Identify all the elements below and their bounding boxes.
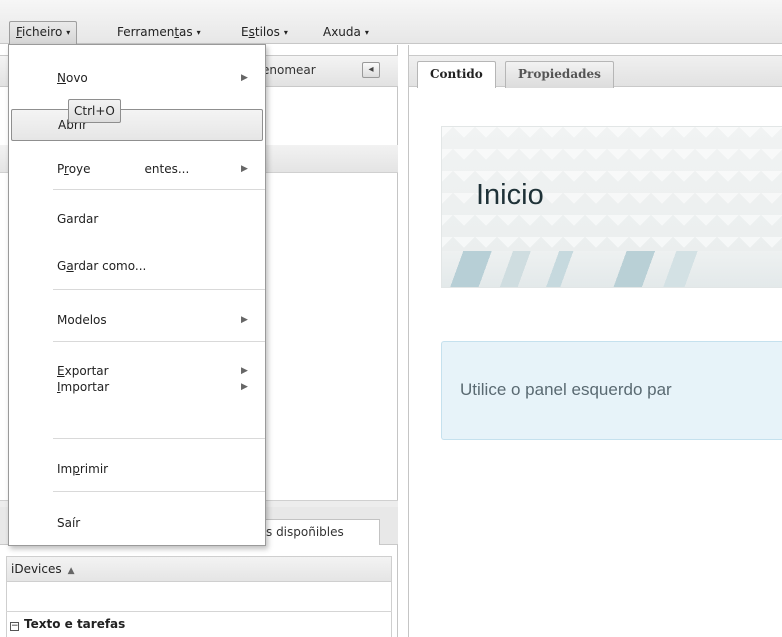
tab-propiedades[interactable]: Propiedades (505, 61, 614, 88)
menu-item-abrir[interactable]: Abrir (11, 109, 263, 141)
sort-ascending-icon: ▲ (67, 566, 75, 576)
info-box: Utilice o panel esquerdo par (441, 341, 782, 440)
content-tabbar: Contido Propiedades (409, 55, 782, 88)
tab-contido[interactable]: Contido (417, 61, 496, 88)
menu-axuda-text: Axuda (323, 25, 361, 39)
menu-ficheiro[interactable]: Ficheiro ▾ (9, 21, 78, 45)
arrow-left-icon: ◂ (368, 64, 374, 75)
menu-ferramentas[interactable]: Ferramentas ▾ (111, 21, 207, 45)
banner-decoration (442, 251, 782, 287)
menu-item-novo-mnemonic: N (57, 71, 66, 85)
menu-item-gardar[interactable]: Gardar (9, 203, 265, 235)
menu-ferramentas-text-a: Ferramen (117, 25, 175, 39)
menu-item-sair-label: Saír (57, 516, 81, 530)
chevron-down-icon: ▾ (364, 28, 369, 37)
info-text: Utilice o panel esquerdo par (460, 380, 672, 399)
menu-item-importar-label: mportar (60, 380, 110, 394)
idevices-header-label: iDevices (11, 562, 62, 576)
tab-idevices-disponibles[interactable]: s dispoñibles (255, 519, 380, 545)
menu-item-imprimir[interactable]: Imprimir (9, 453, 265, 485)
menu-item-gardar-como-label-b: rdar como... (73, 259, 147, 273)
submenu-arrow-icon: ▶ (241, 382, 248, 392)
menu-ferramentas-text-b: as (179, 25, 193, 39)
menu-estilos[interactable]: Estilos ▾ (235, 21, 294, 45)
menu-item-imprimir-label-b: rimir (79, 462, 109, 476)
menu-separator (53, 189, 265, 190)
menubar: Ficheiro ▾ Ferramentas ▾ Estilos ▾ Axuda ▾ (0, 0, 782, 45)
page-header-banner: Inicio (441, 126, 782, 288)
menu-item-novo[interactable]: Novo ▶ (9, 62, 265, 94)
idevices-column-header[interactable]: iDevices ▲ (6, 556, 392, 582)
page-title: Inicio (476, 179, 544, 211)
chevron-down-icon: ▾ (196, 28, 201, 37)
menu-item-proyectos-label-c: entes... (144, 162, 190, 176)
menu-item-importar-row[interactable]: Importar ▶ (9, 371, 265, 403)
collapse-panel-button[interactable]: ◂ (362, 62, 380, 78)
menu-separator (53, 438, 265, 439)
menu-item-gardar-como-label-a: G (57, 259, 67, 273)
menu-item-gardar-como-mnemonic: a (66, 259, 74, 273)
menu-item-gardar-label: Gardar (57, 212, 99, 226)
ficheiro-dropdown-menu: Novo ▶ Abrir Proye entes... ▶ Gardar Gard… (8, 44, 266, 546)
collapse-box-icon[interactable]: − (10, 622, 19, 631)
menu-item-novo-label: ovo (65, 71, 88, 85)
menu-item-imprimir-label-a: Im (57, 462, 73, 476)
submenu-arrow-icon: ▶ (241, 164, 248, 174)
shortcut-tooltip: Ctrl+O (68, 99, 121, 123)
menu-item-gardar-como[interactable]: Gardar como... (9, 250, 265, 282)
menu-estilos-text-b: tilos (254, 25, 280, 39)
menu-separator (53, 341, 265, 342)
chevron-down-icon: ▾ (66, 28, 71, 37)
rename-button[interactable]: enomear (262, 63, 316, 77)
menu-item-imprimir-mnemonic: p (72, 462, 80, 476)
menu-axuda[interactable]: Axuda ▾ (317, 21, 375, 45)
menu-item-proyectos-recentes[interactable]: Proye entes... ▶ (9, 153, 265, 185)
menu-ficheiro-text-b: icheiro (22, 25, 63, 39)
idevice-category-texto[interactable]: − Texto e tarefas (6, 611, 392, 637)
submenu-arrow-icon: ▶ (241, 315, 248, 325)
menu-item-sair[interactable]: Saír (9, 507, 265, 539)
menu-separator (53, 491, 265, 492)
content-panel: Contido Propiedades Inicio Utilice o pan… (408, 45, 782, 637)
menu-separator (53, 289, 265, 290)
menu-item-proyectos-label-b: oye (68, 162, 91, 176)
menu-item-modelos-label: Modelos (57, 313, 107, 327)
submenu-arrow-icon: ▶ (241, 73, 248, 83)
menu-item-modelos[interactable]: Modelos ▶ (9, 304, 265, 336)
menu-item-proyectos-label-a: P (57, 162, 65, 176)
idevice-category-label: Texto e tarefas (24, 617, 126, 631)
chevron-down-icon: ▾ (283, 28, 288, 37)
menu-estilos-text-a: E (241, 25, 249, 39)
